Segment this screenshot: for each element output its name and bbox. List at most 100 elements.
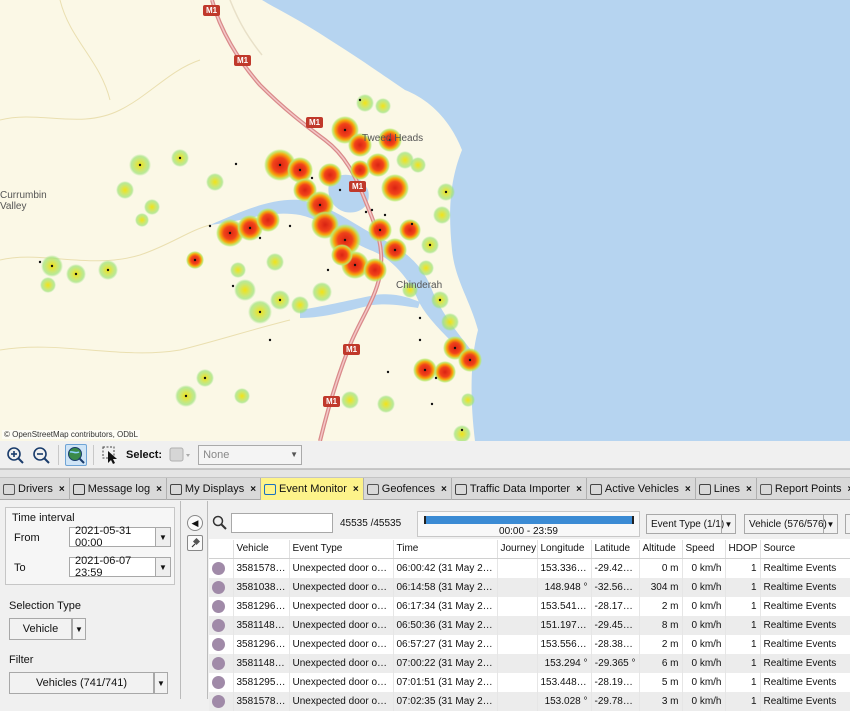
row-status-cell [209, 577, 234, 597]
column-header[interactable]: Altitude [639, 540, 683, 559]
map-canvas[interactable] [0, 0, 850, 441]
table-row[interactable]: 3581038855 Unexpected door op... 06:14:58 … [209, 577, 850, 597]
table-row[interactable]: 3581578492 Unexpected door op... 06:00:42 … [209, 558, 850, 578]
close-icon[interactable]: × [250, 484, 256, 495]
close-icon[interactable]: × [576, 484, 582, 495]
vehicles-filter-dropdown[interactable]: ▼ [154, 672, 168, 694]
from-datetime-dropdown[interactable]: ▼ [155, 527, 171, 547]
flag-icon [759, 483, 772, 495]
tab-message-log[interactable]: Message log × [70, 478, 167, 500]
close-icon[interactable]: × [59, 484, 65, 495]
tab-drivers[interactable]: Drivers × [0, 478, 70, 500]
table-cell: 3581295304 [233, 672, 290, 692]
selection-type-combo[interactable]: Vehicle [9, 618, 72, 640]
table-row[interactable]: 3581296943 Unexpected door op... 06:17:34 … [209, 596, 850, 616]
table-row[interactable]: 3581578492 Unexpected door op... 07:02:35 … [209, 691, 850, 711]
vehicle-select-button[interactable] [166, 444, 194, 466]
table-cell: 1 [725, 577, 761, 597]
cursor-select-icon [102, 446, 117, 464]
event-count: 45535 /45535 [340, 518, 402, 529]
vehicle-filter[interactable]: Vehicle (576/576) ▼ [744, 514, 838, 534]
select-dropdown[interactable]: None ▼ [198, 444, 303, 465]
tab-event-monitor[interactable]: Event Monitor × [261, 478, 364, 500]
map-label-currumbin-valley: Currumbin Valley [0, 190, 47, 212]
time-interval-group: Time interval From 2021-05-31 00:00 ▼ To… [5, 507, 175, 585]
search-input[interactable] [231, 513, 333, 533]
tab-active-vehicles[interactable]: Active Vehicles × [587, 478, 696, 500]
table-cell: 153.4482 ° [537, 672, 592, 692]
close-icon[interactable]: × [156, 484, 162, 495]
table-row[interactable]: 3581296954 Unexpected door op... 06:57:27 … [209, 634, 850, 654]
column-header[interactable]: Latitude [591, 540, 640, 559]
table-cell: 06:00:42 (31 May 2021) [393, 558, 498, 578]
table-cell: 304 m [639, 577, 683, 597]
document-icon [454, 483, 467, 495]
tab-traffic-data-importer[interactable]: Traffic Data Importer × [452, 478, 587, 500]
vehicles-filter-combo[interactable]: Vehicles (741/741) [9, 672, 154, 694]
extra-filter[interactable] [845, 514, 850, 534]
table-cell: 5 m [639, 672, 683, 692]
table-row[interactable]: 3581148430 Unexpected door op... 06:50:36 … [209, 615, 850, 635]
tab-geofences[interactable]: Geofences × [364, 478, 452, 500]
table-cell: 2 m [639, 634, 683, 654]
road-shield-m1: M1 [349, 181, 367, 192]
tab-my-displays[interactable]: My Displays × [167, 478, 262, 500]
table-cell: Unexpected door op... [289, 691, 394, 711]
column-header[interactable]: Time [393, 540, 498, 559]
tab-report-points[interactable]: Report Points× [757, 478, 850, 500]
close-icon[interactable]: × [441, 484, 447, 495]
row-status-cell [209, 634, 234, 654]
table-cell [497, 558, 538, 578]
column-header[interactable]: Speed [682, 540, 726, 559]
zoom-in-button[interactable] [4, 444, 26, 466]
panel-splitter[interactable] [0, 469, 850, 478]
table-cell: 6 m [639, 653, 683, 673]
select-tool-button[interactable] [100, 444, 122, 466]
to-datetime-dropdown[interactable]: ▼ [155, 557, 171, 577]
table-cell [497, 634, 538, 654]
column-header[interactable] [209, 540, 234, 559]
table-cell: 8 m [639, 615, 683, 635]
zoom-out-button[interactable] [30, 444, 52, 466]
table-cell: -29.7848 ° [591, 691, 640, 711]
close-icon[interactable]: × [353, 484, 359, 495]
globe-view-button[interactable] [65, 443, 87, 466]
column-header[interactable]: Longitude [537, 540, 592, 559]
to-label: To [14, 562, 26, 574]
event-type-filter-label: Event Type (1/1) [651, 518, 725, 530]
map-label-tweed-heads: Tweed Heads [362, 133, 424, 144]
to-datetime-field[interactable]: 2021-06-07 23:59 [69, 555, 156, 579]
search-icon[interactable] [212, 515, 228, 531]
table-cell: 06:17:34 (31 May 2021) [393, 596, 498, 616]
table-cell: Unexpected door op... [289, 558, 394, 578]
close-icon[interactable]: × [746, 484, 752, 495]
row-status-cell [209, 596, 234, 616]
collapse-panel-button[interactable]: ◀ [187, 515, 203, 531]
column-header[interactable]: Vehicle [233, 540, 290, 559]
column-header[interactable]: Source [760, 540, 850, 559]
globe-icon [68, 446, 85, 464]
time-range-bar[interactable] [424, 516, 634, 524]
table-cell: 1 [725, 634, 761, 654]
selection-type-dropdown[interactable]: ▼ [72, 618, 86, 640]
table-row[interactable]: 3581295304 Unexpected door op... 07:01:51 … [209, 672, 850, 692]
event-type-filter[interactable]: Event Type (1/1) ▼ [646, 514, 736, 534]
from-datetime-field[interactable]: 2021-05-31 00:00 [69, 525, 156, 549]
close-icon[interactable]: × [685, 484, 691, 495]
table-cell: Realtime Events [760, 577, 850, 597]
table-row[interactable]: 3581148747 Unexpected door op... 07:00:22 … [209, 653, 850, 673]
table-cell: 06:50:36 (31 May 2021) [393, 615, 498, 635]
map-view[interactable]: Currumbin Valley Tweed Heads Chinderah M… [0, 0, 850, 441]
time-range-slider[interactable]: 00:00 - 23:59 [417, 511, 640, 537]
table-cell: -28.1751 ° [591, 596, 640, 616]
status-dot-icon [212, 618, 225, 632]
column-header[interactable]: HDOP [725, 540, 761, 559]
tab-lines[interactable]: Lines × [696, 478, 757, 500]
column-header[interactable]: Journey [497, 540, 538, 559]
pin-button[interactable] [187, 535, 203, 551]
column-header[interactable]: Event Type [289, 540, 394, 559]
table-cell: Unexpected door op... [289, 615, 394, 635]
geofence-icon [366, 483, 379, 495]
row-status-cell [209, 615, 234, 635]
chevron-down-icon: ▼ [159, 532, 167, 542]
